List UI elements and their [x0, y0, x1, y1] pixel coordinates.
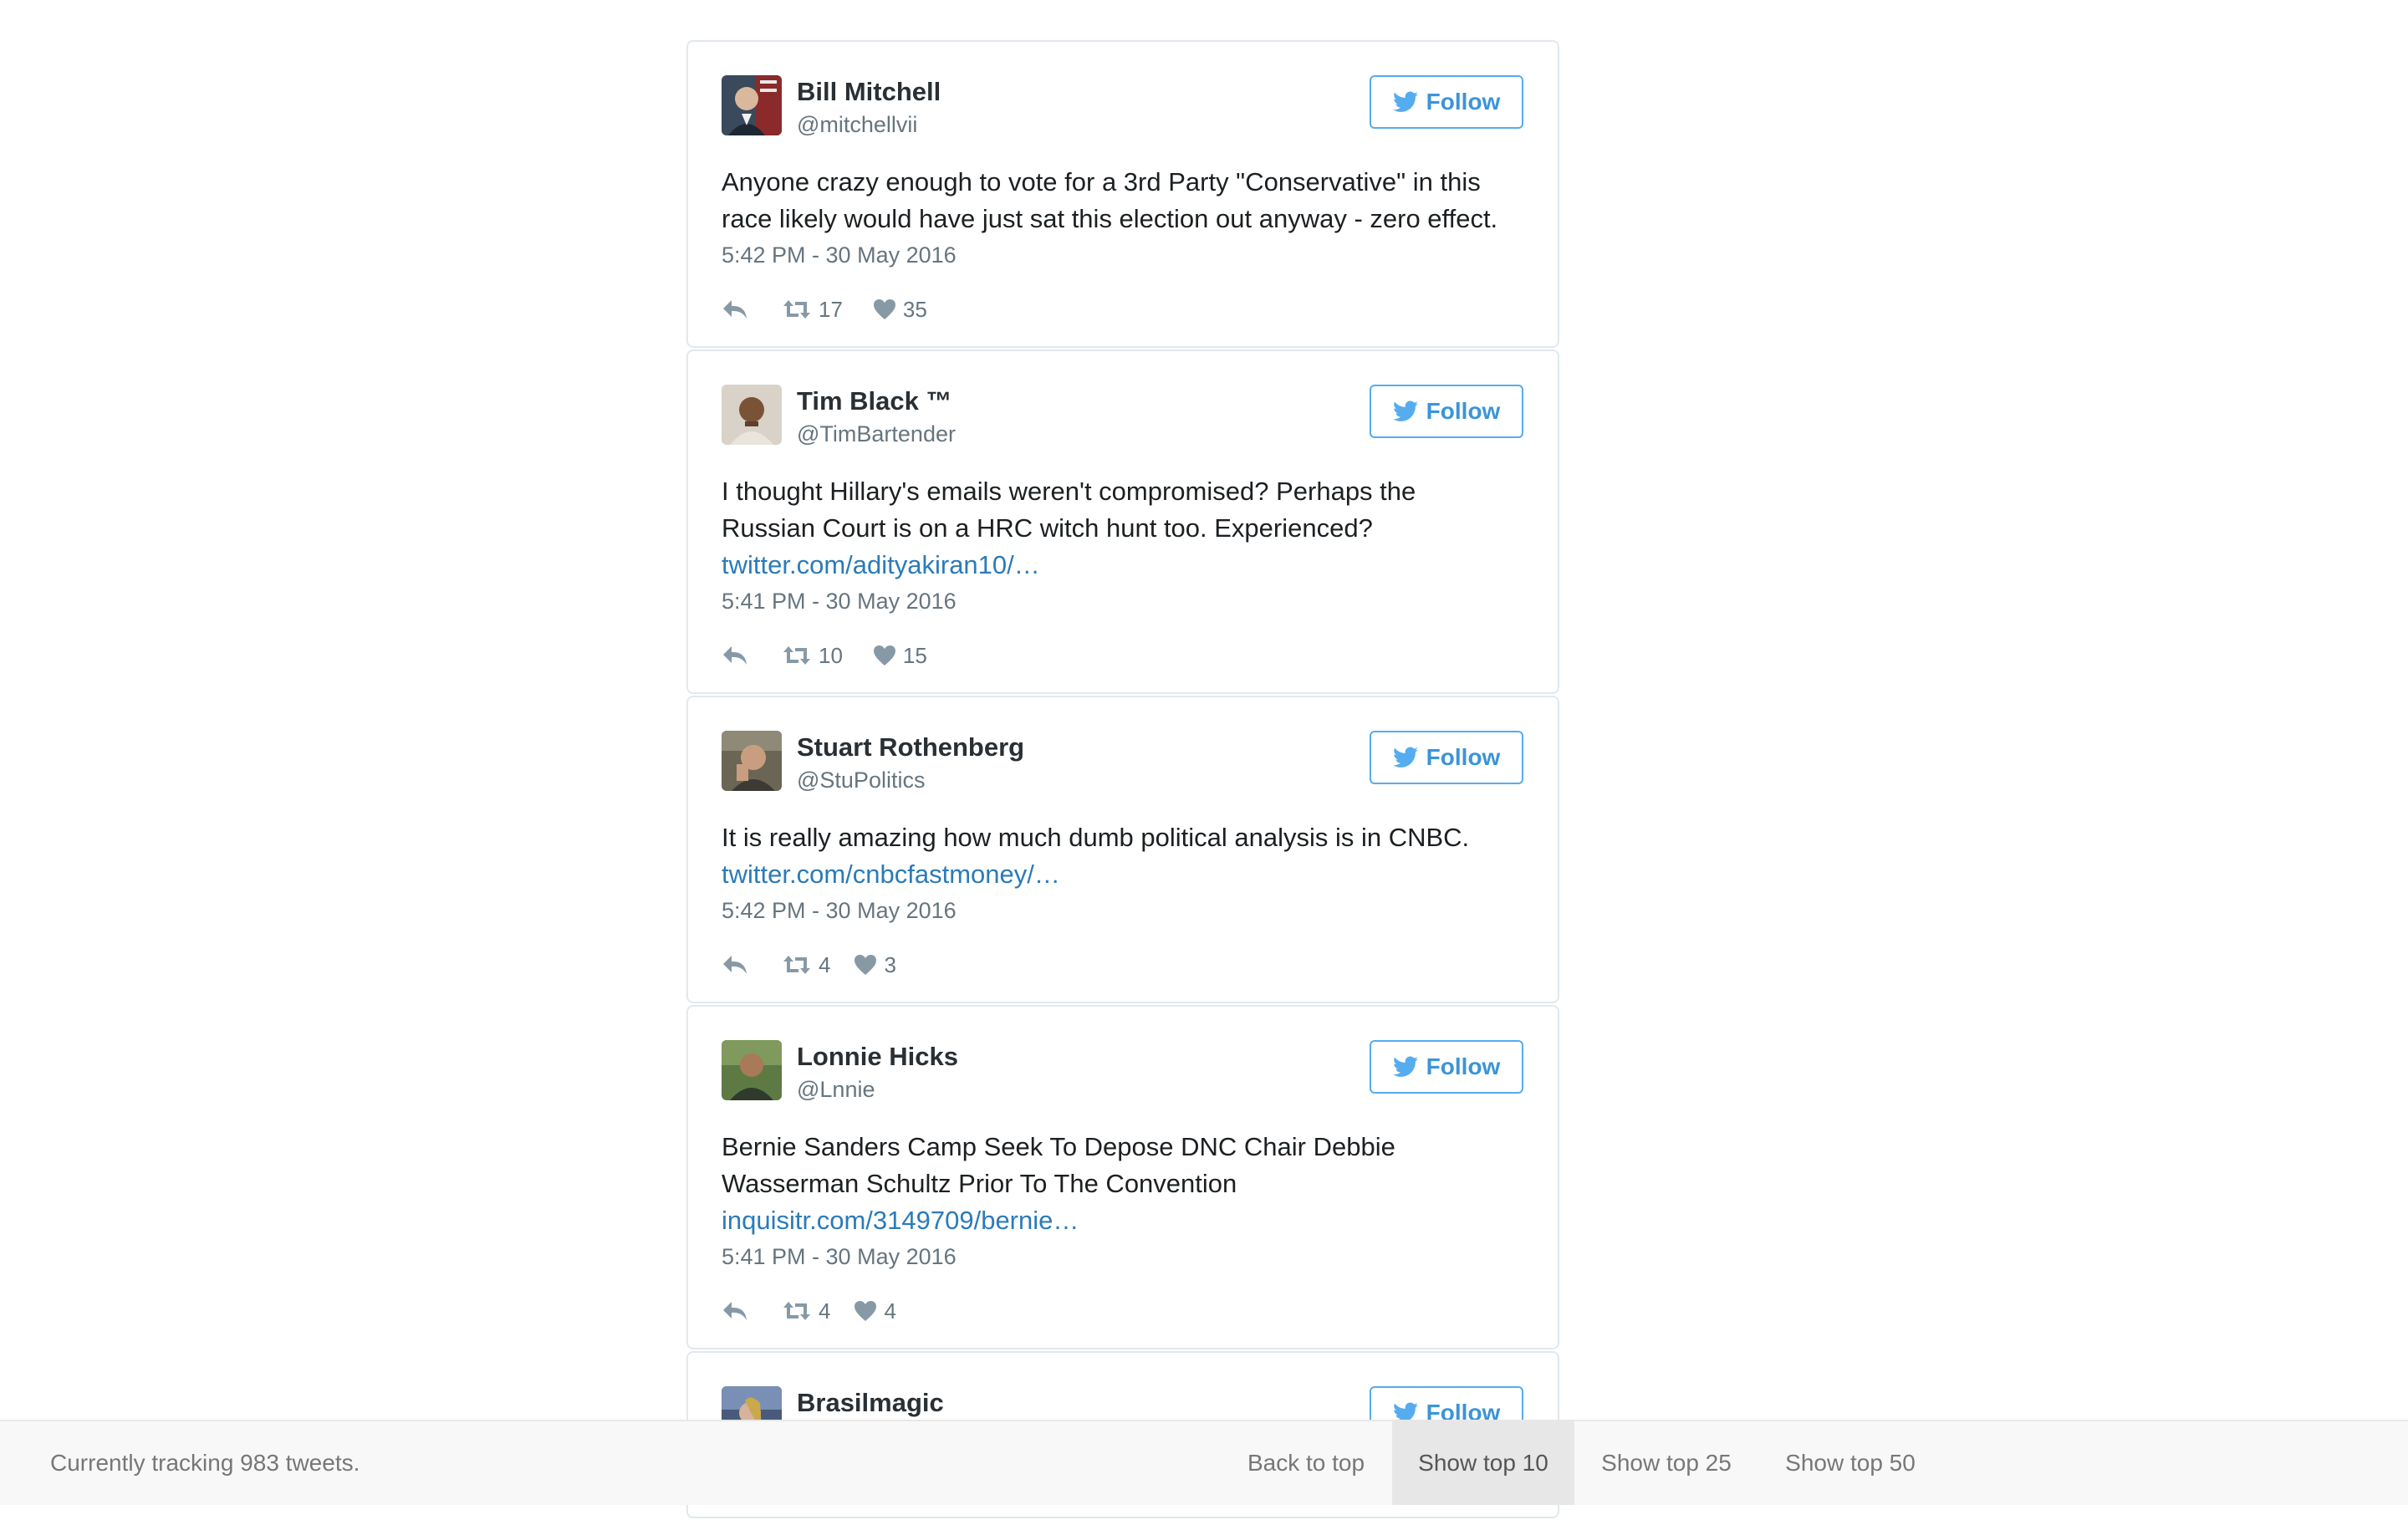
tweet-actions: 4 3	[722, 948, 896, 982]
tweet-text-line: It is really amazing how much dumb polit…	[722, 823, 1470, 852]
tweet-actions: 4 4	[722, 1294, 896, 1328]
like-count: 35	[902, 296, 927, 322]
heart-icon	[854, 1300, 877, 1322]
follow-button[interactable]: Follow	[1370, 75, 1523, 129]
tweet-text-line: I thought Hillary's emails weren't compr…	[722, 477, 1416, 506]
follow-label: Follow	[1426, 398, 1501, 424]
reply-button[interactable]	[722, 298, 748, 320]
tweet-timestamp[interactable]: 5:41 PM - 30 May 2016	[722, 1242, 1533, 1271]
tweet-body: Anyone crazy enough to vote for a 3rd Pa…	[722, 164, 1533, 269]
avatar[interactable]	[722, 75, 782, 135]
like-button[interactable]: 3	[854, 951, 896, 978]
reply-icon	[722, 954, 748, 976]
avatar[interactable]	[722, 1040, 782, 1100]
avatar[interactable]	[722, 385, 782, 445]
follow-label: Follow	[1426, 1053, 1501, 1079]
follow-label: Follow	[1426, 89, 1501, 115]
tweet-actions: 17 35	[722, 293, 927, 326]
follow-button[interactable]: Follow	[1370, 731, 1523, 784]
follow-button[interactable]: Follow	[1370, 385, 1523, 438]
like-button[interactable]: 4	[854, 1298, 896, 1324]
like-count: 3	[884, 951, 896, 977]
twitter-bird-icon	[1392, 747, 1418, 768]
author-name[interactable]: Bill Mitchell	[797, 77, 941, 107]
author-name[interactable]: Stuart Rothenberg	[797, 732, 1024, 763]
back-to-top-link[interactable]: Back to top	[1221, 1421, 1391, 1505]
heart-icon	[873, 298, 896, 320]
tweet-body: I thought Hillary's emails weren't compr…	[722, 473, 1533, 615]
heart-icon	[854, 954, 877, 976]
twitter-bird-icon	[1392, 1056, 1418, 1078]
tweet-timestamp[interactable]: 5:42 PM - 30 May 2016	[722, 896, 1533, 925]
retweet-count: 10	[819, 642, 843, 668]
tweet-card: Tim Black ™ @TimBartender Follow I thoug…	[686, 349, 1559, 694]
author-name[interactable]: Lonnie Hicks	[797, 1042, 958, 1072]
tracking-status: Currently tracking 983 tweets.	[50, 1450, 360, 1476]
tweet-timestamp[interactable]: 5:41 PM - 30 May 2016	[722, 587, 1533, 615]
author-handle[interactable]: @mitchellvii	[797, 112, 917, 138]
tweet-text-line: Russian Court is on a HRC witch hunt too…	[722, 513, 1373, 543]
retweet-count: 4	[819, 951, 831, 977]
show-top-25-link[interactable]: Show top 25	[1574, 1421, 1758, 1505]
avatar[interactable]	[722, 731, 782, 791]
heart-icon	[873, 645, 896, 666]
retweet-button[interactable]: 4	[782, 952, 830, 978]
reply-icon	[722, 645, 748, 666]
tweet-card: Lonnie Hicks @Lnnie Follow Bernie Sander…	[686, 1005, 1559, 1349]
reply-icon	[722, 1300, 748, 1322]
tweet-text-line: race likely would have just sat this ele…	[722, 204, 1498, 233]
tweet-actions: 10 15	[722, 639, 927, 672]
tweet-link[interactable]: twitter.com/adityakiran10/…	[722, 547, 1533, 584]
retweet-icon	[782, 298, 812, 320]
tweet-text-line: Wasserman Schultz Prior To The Conventio…	[722, 1169, 1237, 1198]
show-top-10-link[interactable]: Show top 10	[1392, 1421, 1574, 1505]
footer-navbar: Currently tracking 983 tweets. Back to t…	[0, 1420, 2408, 1505]
tweet-card: Stuart Rothenberg @StuPolitics Follow It…	[686, 696, 1559, 1003]
author-name[interactable]: Brasilmagic	[797, 1388, 944, 1418]
retweet-button[interactable]: 17	[782, 297, 843, 323]
author-name[interactable]: Tim Black ™	[797, 386, 952, 416]
retweet-button[interactable]: 10	[782, 643, 843, 669]
reply-button[interactable]	[722, 645, 748, 666]
reply-icon	[722, 298, 748, 320]
retweet-icon	[782, 645, 812, 666]
tweet-text-line: Bernie Sanders Camp Seek To Depose DNC C…	[722, 1132, 1395, 1161]
tweet-link[interactable]: inquisitr.com/3149709/bernie…	[722, 1202, 1533, 1239]
like-count: 4	[884, 1298, 896, 1324]
tweet-link[interactable]: twitter.com/cnbcfastmoney/…	[722, 856, 1533, 893]
tweet-text-line: Anyone crazy enough to vote for a 3rd Pa…	[722, 167, 1481, 196]
author-handle[interactable]: @TimBartender	[797, 421, 956, 447]
retweet-count: 4	[819, 1298, 831, 1324]
tweet-body: It is really amazing how much dumb polit…	[722, 819, 1533, 925]
like-button[interactable]: 35	[873, 297, 927, 323]
reply-button[interactable]	[722, 1300, 748, 1322]
follow-button[interactable]: Follow	[1370, 1040, 1523, 1094]
twitter-bird-icon	[1392, 400, 1418, 422]
retweet-icon	[782, 1300, 812, 1322]
tweet-body: Bernie Sanders Camp Seek To Depose DNC C…	[722, 1129, 1533, 1271]
follow-label: Follow	[1426, 744, 1501, 770]
twitter-bird-icon	[1392, 91, 1418, 113]
tweet-feed: Bill Mitchell @mitchellvii Follow Anyone…	[686, 40, 1559, 1520]
like-button[interactable]: 15	[873, 643, 927, 669]
tweet-card: Bill Mitchell @mitchellvii Follow Anyone…	[686, 40, 1559, 348]
reply-button[interactable]	[722, 954, 748, 976]
author-handle[interactable]: @StuPolitics	[797, 768, 925, 793]
show-top-50-link[interactable]: Show top 50	[1758, 1421, 1942, 1505]
tweet-timestamp[interactable]: 5:42 PM - 30 May 2016	[722, 241, 1533, 269]
author-handle[interactable]: @Lnnie	[797, 1077, 875, 1103]
like-count: 15	[902, 642, 927, 668]
retweet-count: 17	[819, 296, 843, 322]
retweet-button[interactable]: 4	[782, 1298, 830, 1324]
retweet-icon	[782, 954, 812, 976]
